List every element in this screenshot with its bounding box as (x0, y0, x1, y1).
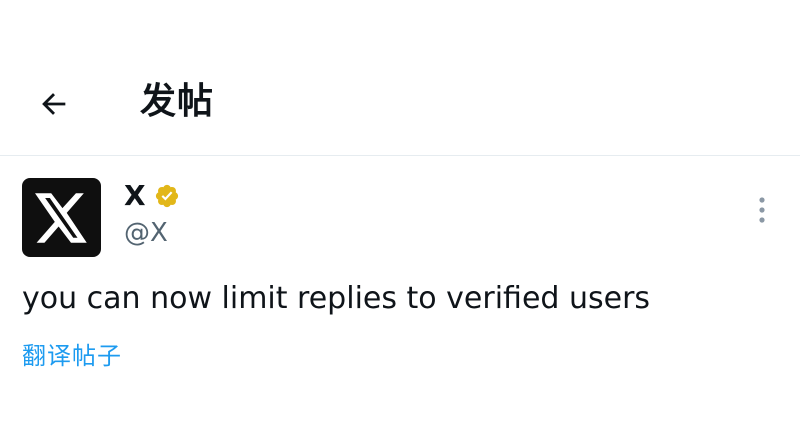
display-name[interactable]: X (124, 178, 146, 214)
more-options-button[interactable] (744, 192, 780, 228)
more-vertical-icon (759, 197, 765, 223)
post-text: you can now limit replies to verified us… (22, 281, 651, 316)
translate-post-link[interactable]: 翻译帖子 (22, 340, 122, 372)
avatar[interactable] (22, 178, 101, 257)
gold-verified-check-icon[interactable] (154, 183, 180, 209)
top-bar: 发帖 (0, 0, 800, 156)
x-logo-icon (34, 192, 87, 243)
back-button[interactable] (30, 80, 78, 128)
page-title: 发帖 (140, 81, 215, 122)
author-name-row: X (124, 178, 180, 214)
arrow-left-icon (42, 93, 66, 115)
user-handle[interactable]: @X (124, 216, 168, 250)
